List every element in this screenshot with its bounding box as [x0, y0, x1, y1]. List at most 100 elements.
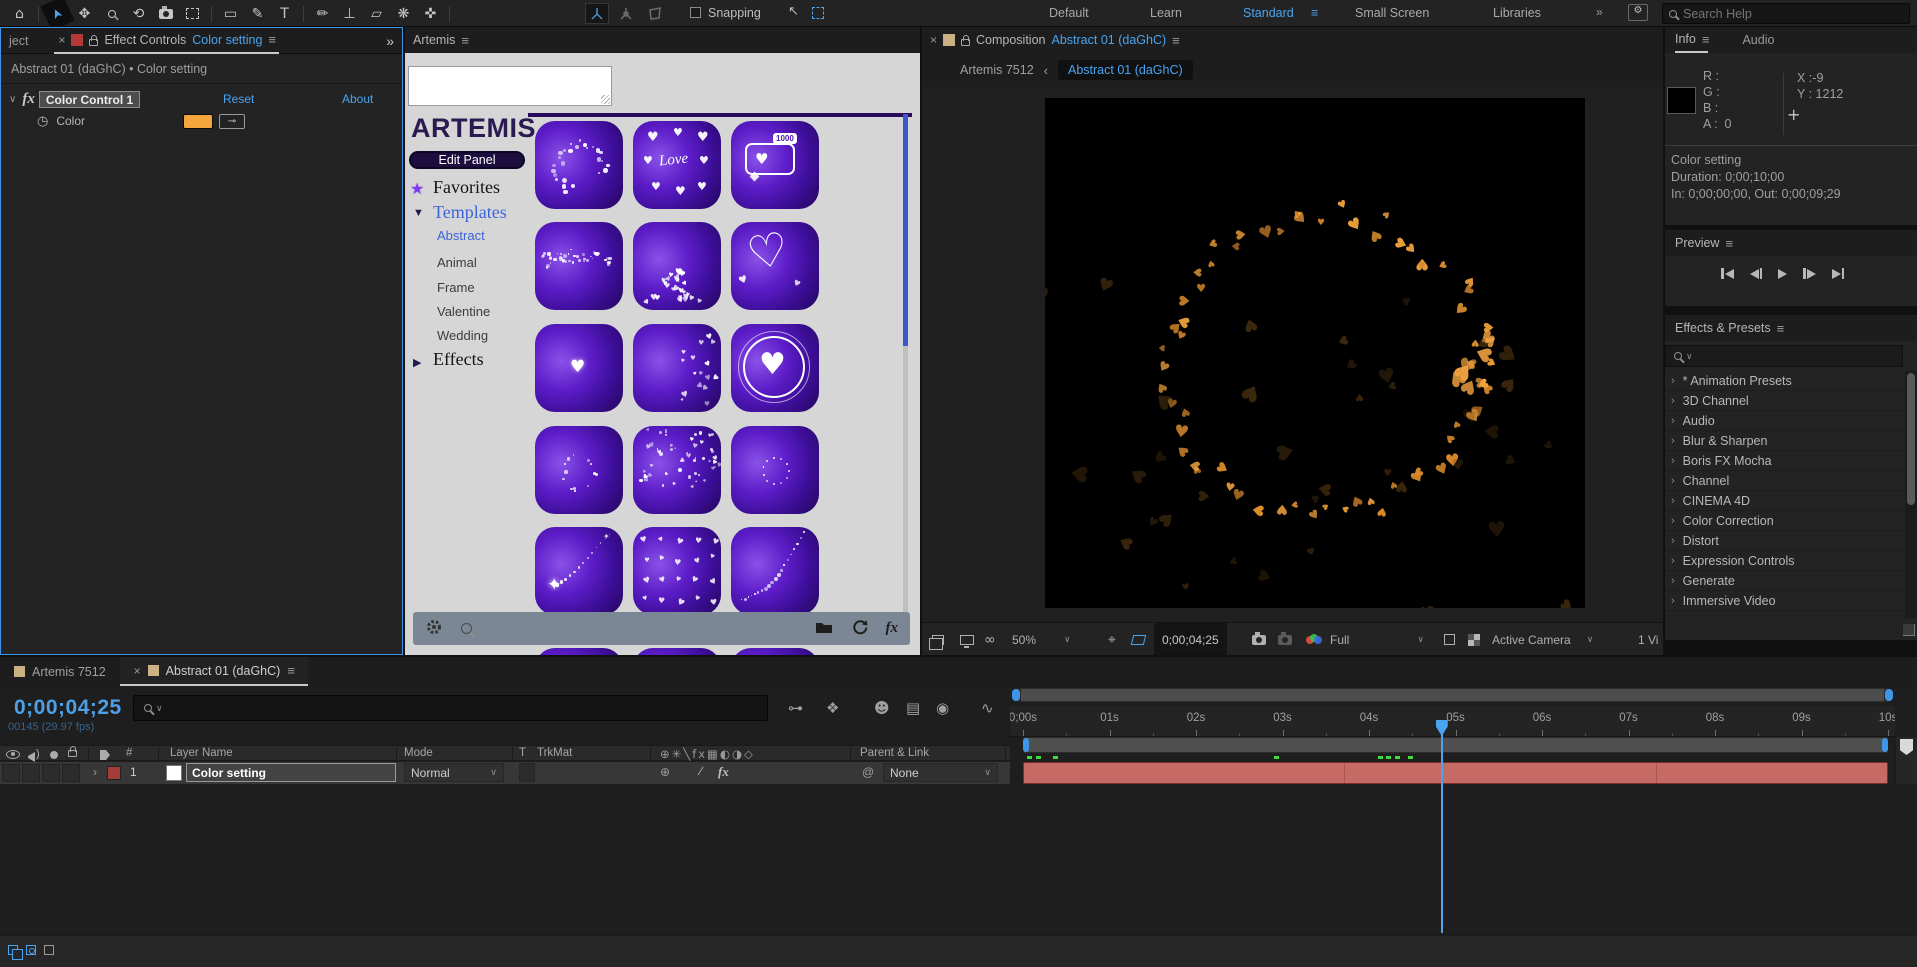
category-wedding[interactable]: Wedding	[437, 328, 488, 343]
effects-switch[interactable]: fx	[718, 764, 729, 780]
solo-toggle[interactable]	[42, 764, 60, 782]
project-tab-partial[interactable]: ject	[9, 34, 28, 48]
monitor-icon[interactable]	[960, 623, 974, 655]
playhead-line[interactable]	[1441, 720, 1443, 933]
timeline-horizontal-scrollbar[interactable]	[1012, 688, 1893, 702]
work-area-bar[interactable]	[1023, 737, 1888, 753]
graph-editor-icon[interactable]: ∿	[981, 699, 994, 717]
panel-menu-icon[interactable]: ≡	[268, 32, 275, 47]
info-tab[interactable]: Info ≡	[1675, 27, 1708, 53]
pen-tool-icon[interactable]: ✎	[244, 1, 271, 26]
view-axis-mode-icon[interactable]	[643, 3, 667, 24]
fx-icon[interactable]: fx	[886, 620, 899, 637]
work-area-end-handle[interactable]	[1882, 738, 1888, 752]
template-thumbnail-partial[interactable]	[633, 648, 721, 655]
workspace-overflow-chevron[interactable]: »	[1596, 5, 1603, 19]
type-tool-icon[interactable]: T	[271, 1, 298, 26]
play-button[interactable]	[1778, 268, 1787, 279]
parent-pickwhip-icon[interactable]: @	[862, 765, 874, 779]
artemis-scrollbar[interactable]	[903, 114, 908, 619]
template-thumbnail-heart-pile[interactable]: ♥♥♥♥♥♥♥♥♥♥♥♥♥♥♥♥♥♥♥♥♥♥♥♥♥♥♥♥♥♥	[633, 222, 721, 310]
stereo-goggles-icon[interactable]: ∞	[984, 623, 996, 655]
effect-name[interactable]: Color Control 1	[39, 91, 140, 108]
template-thumbnail-partial[interactable]	[731, 648, 819, 655]
home-tool-icon[interactable]: ⌂	[6, 1, 33, 26]
trkmat-column[interactable]: TrkMat	[537, 747, 572, 759]
go-to-start-button[interactable]	[1721, 268, 1734, 279]
twirl-down-icon[interactable]: ∨	[9, 94, 16, 105]
effects-search-box[interactable]: ∨	[1665, 345, 1903, 367]
timeline-tab-artemis[interactable]: Artemis 7512	[0, 657, 120, 686]
panel-menu-icon[interactable]: ≡	[1172, 33, 1179, 48]
t-column[interactable]: T	[519, 747, 526, 759]
panel-menu-icon[interactable]: ≡	[1725, 236, 1732, 251]
audio-toggle[interactable]	[22, 764, 40, 782]
effect-row[interactable]: ∨ fx Color Control 1 Reset About	[1, 88, 402, 110]
effects-scrollbar[interactable]	[1905, 371, 1917, 618]
effects-category-item[interactable]: ›Channel	[1665, 471, 1903, 491]
mini-flowchart-icon[interactable]: ⊶	[788, 699, 803, 717]
parent-dropdown[interactable]: None∨	[883, 763, 998, 782]
transparency-grid-icon[interactable]	[1468, 623, 1480, 655]
magnification-dropdown[interactable]: 50%∨	[1012, 623, 1071, 655]
workspace-small-screen[interactable]: Small Screen	[1355, 6, 1429, 20]
audio-tab[interactable]: Audio	[1742, 33, 1774, 47]
roto-brush-tool-icon[interactable]: ❋	[390, 1, 417, 26]
search-options-chevron[interactable]: ∨	[156, 703, 163, 714]
always-preview-icon[interactable]	[932, 623, 944, 655]
world-axis-mode-icon[interactable]	[614, 3, 638, 24]
settings-gear-icon[interactable]	[425, 618, 443, 639]
category-valentine[interactable]: Valentine	[437, 304, 490, 319]
template-thumbnail-partial[interactable]	[535, 648, 623, 655]
effects-category-item[interactable]: ›Generate	[1665, 571, 1903, 591]
template-thumbnail-sparkle-curve[interactable]	[731, 527, 819, 615]
category-frame[interactable]: Frame	[437, 280, 475, 295]
mode-column[interactable]: Mode	[404, 747, 433, 759]
snapping-checkbox[interactable]	[690, 7, 701, 21]
panel-menu-icon[interactable]: ≡	[1777, 321, 1784, 336]
previous-frame-button[interactable]	[1750, 268, 1763, 279]
panel-resize-grip[interactable]	[1903, 624, 1915, 636]
color-swatch[interactable]	[183, 114, 213, 129]
category-abstract[interactable]: Abstract	[437, 228, 485, 243]
stopwatch-icon[interactable]: ◷	[37, 114, 48, 129]
comp-marker-button[interactable]	[1900, 739, 1913, 755]
search-icon[interactable]	[461, 623, 472, 634]
template-thumbnail-heart-grid[interactable]: ♥♥♥♥♥♥♥♥♥♥♥♥♥♥♥♥♥♥♥♥	[633, 527, 721, 615]
workspace-libraries[interactable]: Libraries	[1493, 6, 1541, 20]
zoom-tool-icon[interactable]	[98, 1, 125, 26]
layer-duration-bar[interactable]	[1023, 762, 1888, 784]
show-snapshot-icon[interactable]	[1278, 623, 1292, 655]
clone-stamp-tool-icon[interactable]: ⊥	[336, 1, 363, 26]
shy-switch[interactable]: ⊕	[660, 765, 670, 779]
orbit-tool-icon[interactable]: ⟲	[125, 1, 152, 26]
layer-name-column[interactable]: Layer Name	[170, 747, 233, 759]
layer-name[interactable]: Color setting	[186, 763, 396, 782]
folder-icon[interactable]	[815, 620, 833, 637]
effects-category-item[interactable]: ›Audio	[1665, 411, 1903, 431]
layer-label-color[interactable]	[107, 766, 121, 780]
breadcrumb-prev[interactable]: Artemis 7512	[960, 63, 1034, 77]
search-options-chevron[interactable]: ∨	[1686, 351, 1693, 362]
frame-blending-icon[interactable]: ▤	[906, 699, 920, 717]
parent-link-column[interactable]: Parent & Link	[860, 747, 929, 759]
expression-pickwhip-icon[interactable]: ⊸	[219, 114, 245, 129]
panel-menu-icon[interactable]: ≡	[1702, 32, 1709, 47]
effects-category-item[interactable]: ›Blur & Sharpen	[1665, 431, 1903, 451]
expand-layer-switches-icon[interactable]	[26, 945, 36, 955]
viewer-timecode[interactable]: 0;00;04;25	[1154, 623, 1227, 655]
trkmat-cell[interactable]	[519, 763, 535, 782]
search-help-input[interactable]	[1683, 7, 1873, 21]
effects-category-item[interactable]: ›Distort	[1665, 531, 1903, 551]
effects-presets-tab[interactable]: Effects & Presets	[1675, 321, 1771, 335]
expand-arrow-icon[interactable]: ›	[93, 765, 97, 779]
effects-category-item[interactable]: ›Color Correction	[1665, 511, 1903, 531]
eraser-tool-icon[interactable]: ▱	[363, 1, 390, 26]
panel-menu-icon[interactable]: ≡	[461, 33, 468, 48]
edit-panel-button[interactable]: Edit Panel	[409, 151, 525, 169]
template-thumbnail-love-hearts[interactable]: ♥♥♥♥♥♥♥♥Love	[633, 121, 721, 209]
reset-link[interactable]: Reset	[223, 92, 254, 106]
artemis-tab-title[interactable]: Artemis	[413, 33, 455, 47]
snap-whip-icon[interactable]: ↖	[788, 4, 799, 19]
channel-icon[interactable]	[1306, 623, 1322, 655]
